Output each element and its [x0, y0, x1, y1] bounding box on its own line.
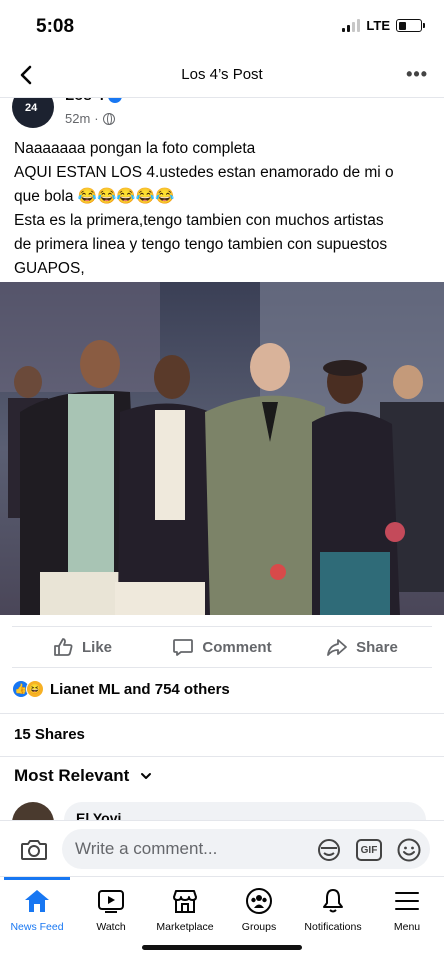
hamburger-menu-icon	[395, 892, 419, 910]
emoji-icon[interactable]	[396, 837, 422, 863]
composer-icons: GIF	[316, 837, 422, 863]
home-icon	[25, 890, 49, 912]
reactions-label: Lianet ML and 754 others	[50, 680, 230, 698]
post-text: Naaaaaaa pongan la foto completa AQUI ES…	[14, 137, 434, 281]
tab-notifications[interactable]: Notifications	[296, 877, 370, 937]
tab-label: News Feed	[10, 921, 64, 933]
divider	[0, 713, 444, 714]
reaction-icons: 👍 😆	[12, 680, 44, 698]
comment-sort-label: Most Relevant	[14, 766, 130, 785]
shares-count[interactable]: 15 Shares	[14, 726, 85, 743]
share-button[interactable]: Share	[292, 627, 432, 667]
tab-news-feed[interactable]: News Feed	[0, 877, 74, 937]
comment-sort-button[interactable]: Most Relevant	[14, 766, 153, 786]
post-photo[interactable]	[0, 282, 444, 615]
tab-marketplace[interactable]: Marketplace	[148, 877, 222, 937]
tab-watch[interactable]: Watch	[74, 877, 148, 937]
tab-label: Groups	[241, 921, 277, 933]
status-time: 5:08	[36, 16, 75, 37]
more-options-button[interactable]: •••	[406, 64, 428, 85]
tab-groups[interactable]: Groups	[222, 877, 296, 937]
tab-label: Notifications	[304, 921, 362, 933]
post-text-line: de primera linea y tengo tengo tambien c…	[14, 236, 388, 253]
like-button[interactable]: Like	[12, 627, 152, 667]
haha-reaction-icon: 😆	[26, 680, 44, 698]
post-text-line: Esta es la primera,tengo tambien con muc…	[14, 212, 384, 229]
signal-icon	[342, 19, 361, 32]
tab-label: Watch	[96, 921, 126, 933]
more-icon: •••	[406, 64, 428, 84]
groups-icon	[246, 888, 272, 914]
comment-composer: GIF	[0, 820, 444, 876]
status-bar: 5:08 LTE	[0, 0, 444, 52]
divider	[0, 756, 444, 757]
post-text-line: AQUI ESTAN LOS 4.ustedes estan enamorado…	[14, 164, 394, 181]
status-icons: LTE	[342, 18, 425, 33]
share-arrow-icon	[327, 639, 348, 656]
camera-icon	[21, 840, 47, 860]
tab-label: Marketplace	[156, 921, 214, 933]
share-label: Share	[356, 638, 398, 656]
page-title: Los 4’s Post	[181, 66, 263, 83]
camera-button[interactable]	[18, 834, 50, 866]
tab-menu[interactable]: Menu	[370, 877, 444, 937]
reactions-summary[interactable]: 👍 😆 Lianet ML and 754 others	[12, 680, 230, 698]
network-label: LTE	[366, 18, 390, 33]
battery-icon	[396, 19, 425, 32]
thumbs-up-icon	[54, 638, 73, 656]
avatar-text: 24	[25, 102, 38, 114]
post-time[interactable]: 52m	[65, 111, 90, 126]
post-text-line: que bola 😂😂😂😂😂	[14, 188, 175, 205]
watch-video-icon	[98, 890, 124, 913]
comment-icon	[173, 639, 194, 656]
tab-label: Menu	[393, 921, 421, 933]
marketplace-store-icon	[173, 890, 197, 913]
post-meta: 52m ·	[65, 111, 115, 126]
bell-icon	[323, 889, 343, 913]
active-tab-indicator	[4, 877, 70, 880]
nav-header: Los 4’s Post •••	[0, 52, 444, 98]
like-label: Like	[81, 638, 112, 656]
post-text-line: Naaaaaaa pongan la foto completa	[14, 140, 256, 157]
post-action-bar: Like Comment Share	[12, 626, 432, 668]
home-indicator	[142, 945, 302, 950]
sticker-icon[interactable]	[316, 837, 342, 863]
comment-label: Comment	[202, 638, 272, 656]
globe-icon	[102, 112, 115, 125]
photo-illustration	[0, 282, 444, 615]
comment-button[interactable]: Comment	[152, 627, 292, 667]
gif-button[interactable]: GIF	[356, 839, 382, 861]
post-text-line: GUAPOS,	[14, 260, 85, 277]
chevron-down-icon	[141, 773, 152, 779]
